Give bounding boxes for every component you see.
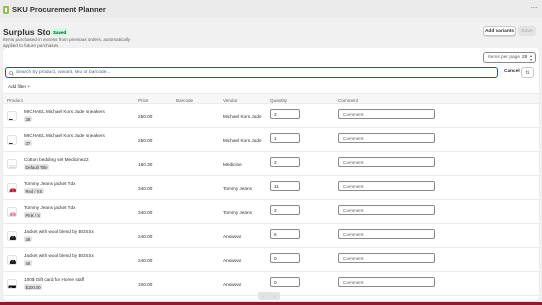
chevron-up-down-icon: ▴ ▾ [529, 53, 532, 62]
sort-button[interactable]: ⇅ [521, 67, 534, 78]
comment-input[interactable]: Comment [338, 205, 435, 215]
price-cell: 240.00 [138, 257, 153, 263]
quantity-input[interactable]: 2 [270, 109, 300, 119]
column-header-comment: Comment [338, 97, 358, 103]
column-header-barcode: Barcode [176, 97, 194, 103]
price-cell: 150.30 [138, 161, 153, 167]
quantity-input[interactable]: 0 [270, 253, 300, 263]
vendor-cell: Michael Kors Jude [223, 137, 262, 143]
variant-badge: 40 [24, 260, 32, 266]
price-cell: 250.00 [138, 113, 153, 119]
quantity-input[interactable]: 11 [270, 181, 300, 191]
product-name: Tommy Jeans jacket Tdx [24, 181, 76, 186]
shopify-bag-icon [3, 5, 9, 14]
product-name: MICHAEL Michael Kors Jude sneakers [24, 133, 105, 138]
product-name: 100$ Gift card for Home staff [24, 277, 85, 282]
save-button[interactable]: Save [518, 26, 536, 36]
quantity-input[interactable]: 2 [270, 205, 300, 215]
price-cell: 250.00 [138, 137, 153, 143]
app-titlebar: SKU Procurement Planner ··· [0, 0, 542, 18]
product-thumbnail [7, 111, 17, 121]
add-filter-button[interactable]: Add filter + [8, 84, 30, 89]
status-badge: Saved [50, 28, 70, 36]
product-thumbnail [7, 231, 17, 241]
vendor-cell: Medicine [223, 161, 242, 167]
product-name: Jacket with wool blend by BOSSx [24, 253, 94, 258]
vendor-cell: Tommy Jeans [223, 185, 252, 191]
table-row: Jacket with wool blend by BOSSx 40 240.00 A… [3, 248, 539, 272]
table-row: Tommy Jeans jacket Tdx Red / XS 340.00 Tomm… [3, 176, 539, 200]
column-header-product: Product [7, 97, 23, 103]
comment-input[interactable]: Comment [338, 133, 435, 143]
variant-badge: Pink / S [24, 212, 42, 218]
price-cell: 340.00 [138, 185, 153, 191]
variant-badge: Red / XS [24, 188, 44, 194]
table-header: Product Price Barcode Vendor Quantity Co… [3, 93, 539, 104]
column-header-price: Price [138, 97, 149, 103]
product-thumbnail [7, 159, 17, 169]
quantity-input[interactable]: 6 [270, 229, 300, 239]
product-thumbnail [7, 255, 17, 265]
search-icon [9, 70, 14, 76]
column-header-quantity: Quantity [270, 97, 288, 103]
comment-input[interactable]: Comment [338, 181, 435, 191]
cancel-search-button[interactable]: Cancel [504, 69, 520, 74]
table-row: MICHAEL Michael Kors Jude sneakers 37 250.… [3, 128, 539, 152]
product-thumbnail [7, 135, 17, 145]
app-title: SKU Procurement Planner [12, 4, 106, 14]
vendor-cell: Michael Kors Jude [223, 113, 262, 119]
pagination: ‹ › [258, 292, 280, 300]
table-row: Jacket with wool blend by BOSSx 38 240.00 A… [3, 224, 539, 248]
vendor-cell: Answear [223, 233, 242, 239]
items-per-page-select[interactable]: Items per page 25 ▴ ▾ [483, 52, 536, 63]
sort-arrows-icon: ⇅ [525, 69, 530, 76]
variant-badge: $100.00 [24, 284, 43, 290]
variant-badge: Default Title [24, 164, 50, 170]
items-per-page-value: 25 [522, 55, 528, 60]
vendor-cell: Answear [223, 257, 242, 263]
items-per-page-label: Items per page [488, 55, 520, 60]
quantity-input[interactable]: 1 [270, 133, 300, 143]
comment-input[interactable]: Comment [338, 277, 435, 287]
add-variants-button[interactable]: Add variants [483, 26, 516, 36]
search-field[interactable] [5, 67, 498, 78]
table-row: Tommy Jeans jacket Tdx Pink / S 340.00 Tomm… [3, 200, 539, 224]
comment-input[interactable]: Comment [338, 109, 435, 119]
variant-badge: 38 [24, 116, 32, 122]
column-header-vendor: Vendor [223, 97, 238, 103]
price-cell: 100.00 [138, 281, 153, 287]
price-cell: 340.00 [138, 209, 153, 215]
variant-badge: 37 [24, 140, 32, 146]
price-cell: 240.00 [138, 233, 153, 239]
search-input[interactable] [16, 70, 497, 75]
product-thumbnail [7, 279, 17, 289]
product-name: Tommy Jeans jacket Tdx [24, 205, 76, 210]
table-row: Cotton bedding set Medicine22 Default Tit… [3, 152, 539, 176]
product-name: Jacket with wool blend by BOSSx [24, 229, 94, 234]
chevron-left-icon[interactable]: ‹ [263, 294, 265, 299]
product-thumbnail [7, 207, 17, 217]
vendor-cell: Tommy Jeans [223, 209, 252, 215]
product-name: Cotton bedding set Medicine22 [24, 157, 89, 162]
variant-badge: 38 [24, 236, 32, 242]
comment-input[interactable]: Comment [338, 157, 435, 167]
more-horizontal-icon[interactable]: ··· [531, 3, 538, 12]
product-thumbnail [7, 183, 17, 193]
comment-input[interactable]: Comment [338, 229, 435, 239]
chevron-right-icon[interactable]: › [274, 294, 276, 299]
vendor-cell: Answear [223, 281, 242, 287]
quantity-input[interactable]: 2 [270, 157, 300, 167]
quantity-input[interactable]: 0 [270, 277, 300, 287]
product-name: MICHAEL Michael Kors Jude sneakers [24, 109, 105, 114]
comment-input[interactable]: Comment [338, 253, 435, 263]
table-row: MICHAEL Michael Kors Jude sneakers 38 250.… [3, 104, 539, 128]
